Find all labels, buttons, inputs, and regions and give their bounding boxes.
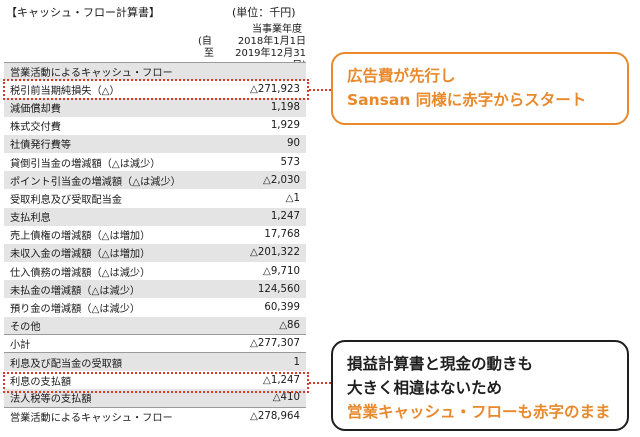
- table-row: 未払金の増減額（△は減少） 124,560: [4, 280, 306, 299]
- highlight-net-loss: [3, 79, 309, 100]
- callout-top-line2: Sansan 同様に赤字からスタート: [347, 91, 587, 109]
- callout-bottom-line1: 損益計算書と現金の動きも: [347, 355, 534, 373]
- table-row: 受取利息及び受取配当金 △1: [4, 189, 306, 208]
- from-label: (自: [198, 36, 212, 47]
- table-row: 支払利息 1,247: [4, 207, 306, 226]
- section-header: 営業活動によるキャッシュ・フロー: [4, 62, 306, 81]
- callout-bottom-line3: 営業キャッシュ・フローも赤字のまま: [347, 403, 611, 421]
- statement-title: 【キャッシュ・フロー計算書】: [6, 6, 160, 19]
- table-row: 売上債権の増減額（△は増加） 17,768: [4, 225, 306, 244]
- from-date: 2018年1月1日: [237, 36, 306, 47]
- callout-bottom-line2: 大きく相違はないため: [347, 379, 503, 397]
- total-row: 営業活動によるキャッシュ・フロー △278,964: [4, 407, 306, 426]
- table-row: その他 △86: [4, 316, 306, 335]
- connector-top: [309, 89, 331, 91]
- table-row: 貸倒引当金の増減額（△は減少） 573: [4, 152, 306, 172]
- table-row: ポイント引当金の増減額（△は減少） △2,030: [4, 171, 306, 190]
- table-row: 未収入金の増減額（△は増加） △201,322: [4, 243, 306, 263]
- table-row: 株式交付費 1,929: [4, 116, 306, 135]
- table-row: 社債発行費等 90: [4, 134, 306, 153]
- table-row: 利息及び配当金の受取額 1: [4, 353, 306, 372]
- callout-advertising: 広告費が先行し Sansan 同様に赤字からスタート: [331, 52, 629, 125]
- highlight-operating-cf: [3, 372, 309, 393]
- table-row: 減価償却費 1,198: [4, 98, 306, 117]
- table-row: 預り金の増減額（△は減少） 60,399: [4, 298, 306, 317]
- fiscal-year-label: 当事業年度: [252, 24, 302, 35]
- callout-top-line1: 広告費が先行し: [347, 67, 456, 85]
- connector-bottom: [309, 382, 331, 384]
- unit-label: (単位：千円): [232, 6, 296, 19]
- callout-cash-flow: 損益計算書と現金の動きも 大きく相違はないため 営業キャッシュ・フローも赤字のま…: [331, 340, 629, 431]
- table-row: 仕入債務の増減額（△は減少） △9,710: [4, 262, 306, 281]
- subtotal-row: 小計 △277,307: [4, 334, 306, 353]
